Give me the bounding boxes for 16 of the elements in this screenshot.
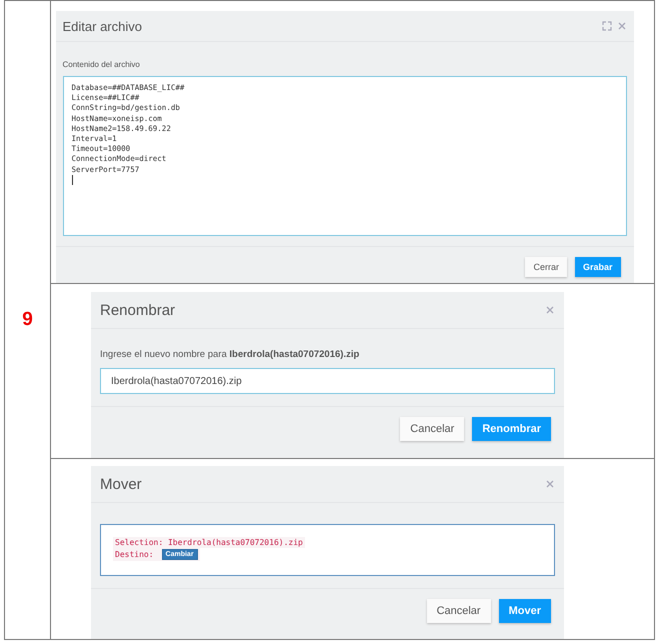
expand-icon[interactable] bbox=[602, 21, 612, 31]
cancel-button[interactable]: Cancelar bbox=[400, 417, 464, 441]
cancel-button[interactable]: Cancelar bbox=[426, 599, 491, 623]
destination-label: Destino: bbox=[115, 550, 154, 559]
field-label: Contenido del archivo bbox=[62, 60, 141, 69]
dialog-title: Mover bbox=[100, 476, 142, 492]
close-icon[interactable] bbox=[546, 306, 554, 314]
dialog-title: Editar archivo bbox=[62, 18, 142, 34]
cancel-button[interactable]: Cerrar bbox=[525, 257, 567, 277]
input-field[interactable]: Iberdrola(hasta07072016).zip bbox=[100, 368, 555, 394]
prompt-text: Ingrese el nuevo nombre para Iberdrola(hasta07072016).zip bbox=[100, 349, 360, 360]
close-icon[interactable] bbox=[546, 480, 554, 488]
dialog-title: Renombrar bbox=[100, 302, 176, 318]
selection-text: Selection: Iberdrola(hasta07072016).zip bbox=[113, 537, 305, 548]
row-number: 9 bbox=[22, 309, 33, 331]
close-icon[interactable] bbox=[618, 22, 626, 30]
